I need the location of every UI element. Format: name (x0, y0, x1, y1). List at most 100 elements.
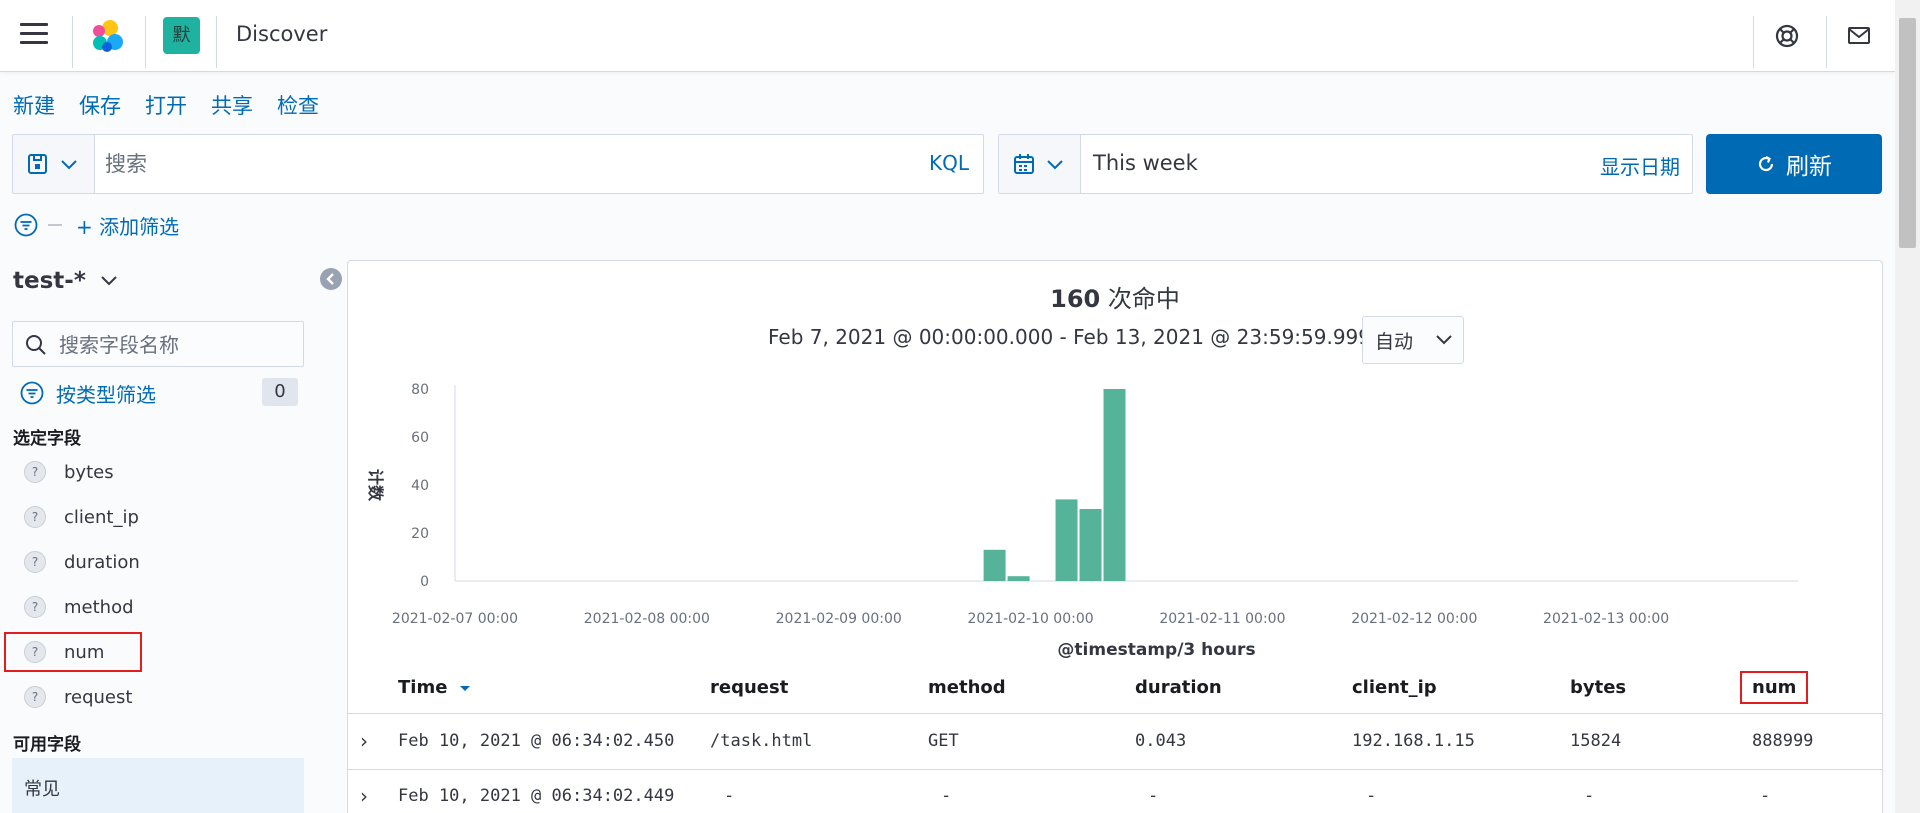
column-header-client-ip[interactable]: client_ip (1352, 677, 1437, 698)
elastic-logo[interactable] (88, 16, 128, 56)
query-bar: KQL (12, 134, 984, 194)
histogram-bar (1007, 576, 1030, 581)
column-header-num[interactable]: num (1739, 671, 1809, 704)
sort-down-icon[interactable] (458, 683, 472, 693)
add-filter-button[interactable]: + 添加筛选 (76, 211, 179, 240)
expand-row-icon[interactable]: › (360, 729, 368, 753)
y-axis-title: 计数 (366, 469, 385, 502)
collapse-sidebar-button[interactable] (320, 268, 342, 290)
header-divider (216, 16, 217, 68)
histogram-bar (1055, 499, 1078, 581)
open-link[interactable]: 打开 (145, 90, 187, 120)
column-header-duration[interactable]: duration (1135, 677, 1222, 698)
query-language-button[interactable]: KQL (929, 151, 969, 175)
scrollbar-thumb[interactable] (1899, 18, 1916, 248)
y-tick-label: 20 (411, 526, 429, 542)
filter-by-type-button[interactable]: 按类型筛选 0 (20, 378, 298, 408)
column-header-request[interactable]: request (710, 677, 788, 698)
chevron-down-icon (61, 160, 77, 170)
common-fields-group[interactable]: 常见 (12, 758, 304, 813)
table-header-row: Time request method duration client_ip b… (348, 661, 1882, 714)
cell-request: /task.html (710, 731, 813, 751)
cell-method: GET (928, 731, 959, 751)
x-tick-label: 2021-02-09 00:00 (776, 611, 902, 627)
available-fields-title: 可用字段 (13, 735, 81, 755)
header-divider (1753, 16, 1754, 68)
x-tick-label: 2021-02-08 00:00 (584, 611, 710, 627)
chevron-down-icon (101, 276, 117, 286)
field-name: bytes (64, 461, 114, 483)
save-link[interactable]: 保存 (79, 90, 121, 120)
space-avatar[interactable]: 默 (163, 17, 200, 54)
field-item-method[interactable]: ? method (10, 589, 306, 625)
unknown-type-icon: ? (24, 686, 46, 708)
interval-select[interactable]: 自动 (1362, 316, 1464, 364)
field-item-num[interactable]: ? num (4, 632, 142, 672)
histogram-bar (983, 549, 1006, 581)
chevron-left-icon (326, 273, 334, 285)
field-item-bytes[interactable]: ? bytes (10, 454, 306, 490)
app-title: Discover (236, 22, 328, 46)
field-name: client_ip (64, 506, 139, 528)
field-name: num (64, 641, 105, 663)
filter-icon[interactable] (14, 213, 38, 237)
x-axis-title: @timestamp/3 hours (1057, 640, 1255, 660)
menu-icon[interactable] (20, 23, 48, 47)
top-nav-menu: 新建 保存 打开 共享 检查 (13, 90, 319, 120)
filter-bar: + 添加筛选 (14, 210, 179, 240)
show-dates-button[interactable]: 显示日期 (1600, 151, 1680, 180)
field-name: method (64, 596, 134, 618)
histogram-chart: 0 20 40 60 80 计数 2021-02-07 00:00 2021-02-08 00… (366, 382, 1798, 660)
filter-divider (48, 224, 62, 226)
quick-select-button[interactable] (999, 135, 1081, 193)
inspect-link[interactable]: 检查 (277, 90, 319, 120)
x-tick-label: 2021-02-12 00:00 (1351, 611, 1477, 627)
column-header-time[interactable]: Time (398, 677, 472, 698)
cell-num: - (1760, 786, 1771, 806)
field-name: duration (64, 551, 140, 573)
chevron-down-icon (1047, 160, 1063, 170)
column-header-method[interactable]: method (928, 677, 1006, 698)
save-icon (28, 154, 47, 174)
unknown-type-icon: ? (24, 506, 46, 528)
x-tick-label: 2021-02-11 00:00 (1159, 611, 1285, 627)
cell-duration: - (1148, 786, 1159, 806)
filter-count-badge: 0 (262, 378, 298, 406)
hits-summary: 160 次命中 (348, 279, 1882, 314)
time-range-value[interactable]: This week (1093, 151, 1198, 175)
table-row: › Feb 10, 2021 @ 06:34:02.449 - - - - - … (348, 770, 1882, 813)
index-pattern-selector[interactable]: test-* (13, 268, 118, 294)
new-link[interactable]: 新建 (13, 90, 55, 120)
expand-row-icon[interactable]: › (360, 784, 368, 808)
y-tick-label: 60 (411, 430, 429, 446)
filter-by-type-label: 按类型筛选 (56, 382, 156, 407)
table-row: › Feb 10, 2021 @ 06:34:02.450 /task.html… (348, 715, 1882, 770)
search-input[interactable] (105, 147, 805, 181)
field-item-client-ip[interactable]: ? client_ip (10, 499, 306, 535)
share-link[interactable]: 共享 (211, 90, 253, 120)
unknown-type-icon: ? (24, 596, 46, 618)
y-tick-label: 40 (411, 478, 429, 494)
y-tick-label: 80 (411, 382, 429, 398)
saved-query-button[interactable] (13, 135, 95, 193)
field-item-duration[interactable]: ? duration (10, 544, 306, 580)
help-icon[interactable] (1771, 20, 1803, 52)
field-search-input[interactable] (59, 330, 294, 360)
refresh-button[interactable]: 刷新 (1706, 134, 1882, 194)
page-scrollbar[interactable] (1895, 0, 1920, 813)
results-time-range: Feb 7, 2021 @ 00:00:00.000 - Feb 13, 202… (768, 325, 1372, 349)
cell-bytes: - (1584, 786, 1595, 806)
header-divider (1826, 16, 1827, 68)
top-header: 默 Discover (0, 0, 1895, 72)
cell-num: 888999 (1752, 731, 1814, 751)
field-item-request[interactable]: ? request (10, 679, 306, 715)
column-header-bytes[interactable]: bytes (1570, 677, 1626, 698)
mail-icon[interactable] (1843, 20, 1875, 52)
filter-icon (20, 381, 44, 405)
field-search-box (12, 321, 304, 367)
x-tick-label: 2021-02-13 00:00 (1543, 611, 1669, 627)
time-picker: This week 显示日期 (998, 134, 1693, 194)
common-fields-label: 常见 (24, 779, 60, 800)
cell-duration: 0.043 (1135, 731, 1187, 751)
cell-client-ip: 192.168.1.15 (1352, 731, 1475, 751)
